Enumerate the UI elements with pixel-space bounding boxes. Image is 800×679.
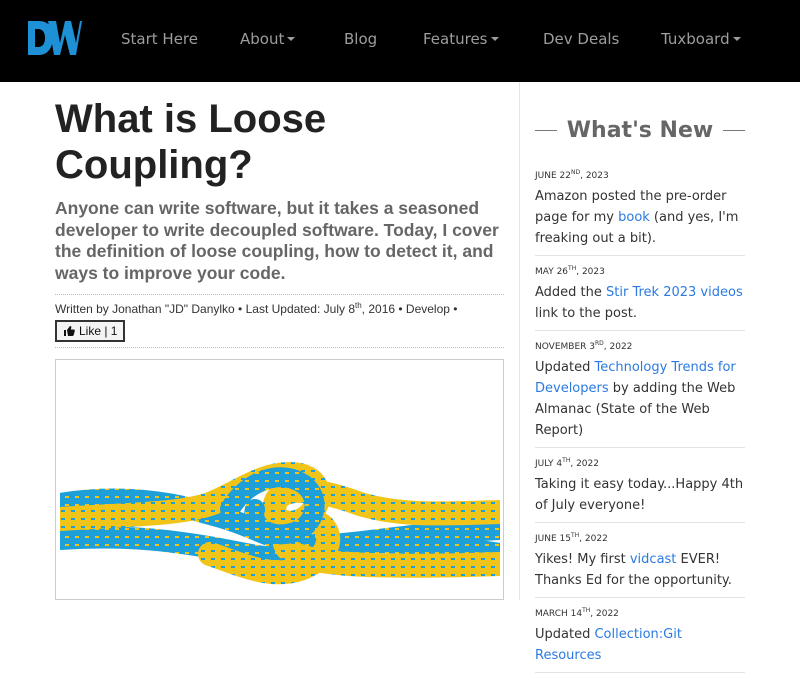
nav-tuxboard[interactable]: Tuxboard [661,30,741,48]
whats-new-heading: What's New [535,118,745,143]
news-text: Taking it easy today...Happy 4th of July… [535,477,744,513]
news-link[interactable]: Stir Trek 2023 videos [606,285,743,300]
category-link[interactable]: Develop [406,302,450,316]
news-date: MARCH 14TH, 2022 [535,607,619,619]
last-updated: Last Updated: July 8th, 2016 [245,301,396,316]
news-text: Updated Collection:Git Resources [535,627,682,663]
news-date: MAY 26TH, 2023 [535,265,605,277]
nav-about[interactable]: About [240,30,296,48]
news-link[interactable]: vidcast [630,552,677,567]
nav-features[interactable]: Features [423,30,499,48]
news-item: MAY 26TH, 2023 Added the Stir Trek 2023 v… [535,262,745,331]
like-label: Like | 1 [79,324,118,338]
heading-rule [723,130,745,131]
news-date: JULY 4TH, 2022 [535,457,599,469]
article-title: What is Loose Coupling? [55,97,327,187]
news-item: JUNE 15TH, 2022 Yikes! My first vidcast E… [535,529,745,598]
divider [55,294,504,295]
heading-rule [535,130,557,131]
thumbs-up-icon [64,326,75,336]
news-date: JUNE 15TH, 2022 [535,532,608,544]
site-logo[interactable] [26,18,82,58]
news-text: Added the Stir Trek 2023 videos link to … [535,285,743,321]
article-byline: Written by Jonathan "JD" Danylko • Last … [55,301,458,316]
nav-blog[interactable]: Blog [344,30,377,48]
sidebar-divider [519,82,520,600]
news-date: NOVEMBER 3RD, 2022 [535,340,633,352]
whats-new-list: JUNE 22ND, 2023 Amazon posted the pre-ord… [535,166,745,679]
news-text: Yikes! My first vidcast EVER! Thanks Ed … [535,552,732,588]
nav-start-here[interactable]: Start Here [121,30,198,48]
chevron-down-icon [287,37,296,41]
like-button[interactable]: Like | 1 [55,320,126,342]
news-item: MARCH 14TH, 2022 Updated Collection:Git R… [535,604,745,673]
news-date: JUNE 22ND, 2023 [535,169,609,181]
divider [55,347,504,348]
news-text: Amazon posted the pre-order page for my … [535,189,739,246]
news-link[interactable]: book [618,210,650,225]
top-navbar: Start Here About Blog Features Dev Deals… [0,0,800,82]
news-item: JUNE 22ND, 2023 Amazon posted the pre-ord… [535,166,745,256]
author: Written by Jonathan "JD" Danylko [55,302,235,316]
news-item: JULY 4TH, 2022 Taking it easy today...Hap… [535,454,745,523]
chevron-down-icon [732,37,741,41]
rope-knot-image [60,364,500,597]
nav-dev-deals[interactable]: Dev Deals [543,30,619,48]
article-subtitle: Anyone can write software, but it takes … [55,198,499,283]
chevron-down-icon [490,37,499,41]
hero-image [55,359,504,600]
news-item: NOVEMBER 3RD, 2022 Updated Technology Tre… [535,337,745,448]
news-text: Updated Technology Trends for Developers… [535,360,736,438]
